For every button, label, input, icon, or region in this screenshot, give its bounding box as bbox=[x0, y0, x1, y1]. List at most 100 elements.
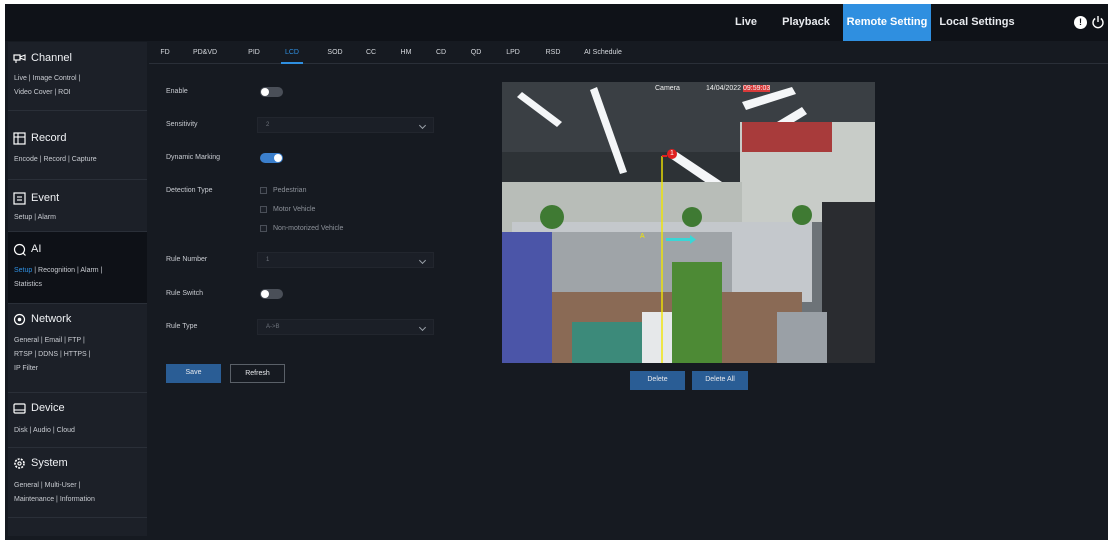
sidebar-link-capture[interactable]: Capture bbox=[72, 156, 97, 163]
sidebar-link-statistics[interactable]: Statistics bbox=[14, 281, 42, 288]
ai-icon bbox=[13, 243, 26, 256]
detection-option-motor-vehicle[interactable]: Motor Vehicle bbox=[260, 204, 315, 214]
power-icon[interactable] bbox=[1091, 15, 1105, 29]
sidebar-title-device: Device bbox=[31, 402, 65, 414]
sidebar-link-record[interactable]: Record bbox=[43, 156, 66, 163]
sidebar-links-system: General | Multi-User | Maintenance | Inf… bbox=[14, 479, 144, 507]
sidebar-link-separator: | bbox=[88, 351, 91, 358]
tab-ai-schedule[interactable]: AI Schedule bbox=[581, 42, 625, 64]
sidebar-link-live[interactable]: Live bbox=[14, 75, 27, 82]
sidebar-title-record: Record bbox=[31, 132, 67, 144]
sensitivity-label: Sensitivity bbox=[166, 121, 198, 128]
info-icon[interactable]: ! bbox=[1074, 16, 1087, 29]
sensitivity-select[interactable]: 2 bbox=[257, 117, 434, 133]
sidebar-link-maintenance[interactable]: Maintenance bbox=[14, 496, 54, 503]
refresh-button[interactable]: Refresh bbox=[230, 364, 285, 383]
sidebar-link-ddns[interactable]: DDNS bbox=[38, 351, 58, 358]
sidebar-title-network: Network bbox=[31, 313, 72, 325]
sidebar-link-separator: | bbox=[56, 496, 58, 503]
sidebar-link-ai-setup[interactable]: Setup bbox=[14, 267, 32, 274]
rule-marker-icon[interactable]: 1 bbox=[667, 149, 677, 159]
sidebar-link-separator: | bbox=[100, 267, 103, 274]
tab-cd[interactable]: CD bbox=[434, 42, 448, 64]
sidebar-link-ip-filter[interactable]: IP Filter bbox=[14, 365, 38, 372]
top-bar: Live Playback Remote Setting Local Setti… bbox=[5, 4, 1108, 41]
app-window: Live Playback Remote Setting Local Setti… bbox=[5, 4, 1108, 540]
rule-type-value: A->B bbox=[266, 324, 280, 330]
tab-pd-vd[interactable]: PD&VD bbox=[191, 42, 219, 64]
sidebar-link-rtsp[interactable]: RTSP bbox=[14, 351, 32, 358]
tab-hm[interactable]: HM bbox=[398, 42, 414, 64]
motor-vehicle-checkbox[interactable] bbox=[260, 205, 267, 213]
camera-preview[interactable]: Camera 14/04/2022 09:59:03 1 A bbox=[502, 82, 875, 363]
sidebar-link-multi-user[interactable]: Multi-User bbox=[45, 482, 77, 489]
sidebar-link-cloud[interactable]: Cloud bbox=[57, 427, 75, 434]
detection-option-pedestrian[interactable]: Pedestrian bbox=[260, 185, 306, 195]
sidebar-links-device: Disk | Audio | Cloud bbox=[14, 424, 144, 438]
sidebar-link-system-general[interactable]: General bbox=[14, 482, 39, 489]
sidebar-link-separator: | bbox=[34, 267, 37, 274]
sidebar-title-event: Event bbox=[31, 192, 60, 204]
nav-remote-setting[interactable]: Remote Setting bbox=[843, 4, 931, 41]
non-motorized-vehicle-checkbox[interactable] bbox=[260, 224, 267, 232]
sidebar-link-recognition[interactable]: Recognition bbox=[38, 267, 75, 274]
sidebar-header-ai[interactable]: AI bbox=[13, 241, 41, 257]
sidebar-link-setup[interactable]: Setup bbox=[14, 214, 32, 221]
tab-fd[interactable]: FD bbox=[157, 42, 173, 64]
save-button[interactable]: Save bbox=[166, 364, 221, 383]
sidebar-title-ai: AI bbox=[31, 243, 42, 255]
chevron-down-icon bbox=[418, 323, 427, 332]
sidebar-link-separator: | bbox=[39, 156, 42, 163]
sidebar-header-network[interactable]: Network bbox=[13, 311, 71, 327]
tab-rsd[interactable]: RSD bbox=[543, 42, 563, 64]
tab-sod[interactable]: SOD bbox=[325, 42, 345, 64]
sidebar-link-separator: | bbox=[78, 482, 81, 489]
rule-overlay[interactable] bbox=[502, 82, 875, 363]
sidebar-link-ftp[interactable]: FTP bbox=[68, 337, 81, 344]
detection-type-label: Detection Type bbox=[166, 187, 213, 194]
rule-switch-toggle[interactable] bbox=[260, 289, 283, 299]
rule-number-select[interactable]: 1 bbox=[257, 252, 434, 268]
sidebar-link-separator: | bbox=[52, 427, 55, 434]
sidebar-title-channel: Channel bbox=[31, 52, 72, 64]
sidebar-link-image-control[interactable]: Image Control bbox=[33, 75, 77, 82]
sidebar-title-system: System bbox=[31, 457, 68, 469]
sidebar-header-device[interactable]: Device bbox=[13, 400, 65, 416]
sidebar-link-alarm[interactable]: Alarm bbox=[38, 214, 56, 221]
sidebar-link-general[interactable]: General bbox=[14, 337, 39, 344]
sidebar-link-disk[interactable]: Disk bbox=[14, 427, 28, 434]
sidebar-link-encode[interactable]: Encode bbox=[14, 156, 38, 163]
rule-type-select[interactable]: A->B bbox=[257, 319, 434, 335]
sidebar-link-ai-alarm[interactable]: Alarm bbox=[80, 267, 98, 274]
sidebar-header-record[interactable]: Record bbox=[13, 130, 66, 146]
sidebar-header-channel[interactable]: Channel bbox=[13, 50, 72, 66]
sidebar-link-separator: | bbox=[59, 351, 62, 358]
tab-cc[interactable]: CC bbox=[364, 42, 378, 64]
delete-button[interactable]: Delete bbox=[630, 371, 685, 390]
sidebar-link-email[interactable]: Email bbox=[45, 337, 63, 344]
sidebar-link-information[interactable]: Information bbox=[60, 496, 95, 503]
pedestrian-checkbox[interactable] bbox=[260, 186, 267, 194]
enable-label: Enable bbox=[166, 88, 188, 95]
tab-lpd[interactable]: LPD bbox=[504, 42, 522, 64]
nav-playback[interactable]: Playback bbox=[775, 4, 837, 41]
sidebar-link-audio[interactable]: Audio bbox=[33, 427, 51, 434]
chevron-down-icon bbox=[418, 256, 427, 265]
nav-live[interactable]: Live bbox=[724, 4, 768, 41]
sidebar-links-event: Setup | Alarm bbox=[14, 211, 144, 225]
tab-qd[interactable]: QD bbox=[468, 42, 484, 64]
tab-lcd[interactable]: LCD bbox=[281, 42, 303, 64]
sidebar-link-video-cover[interactable]: Video Cover bbox=[14, 89, 52, 96]
sidebar-link-separator: | bbox=[28, 75, 31, 82]
delete-all-button[interactable]: Delete All bbox=[692, 371, 748, 390]
sidebar-header-event[interactable]: Event bbox=[13, 190, 59, 206]
sidebar-link-https[interactable]: HTTPS bbox=[64, 351, 87, 358]
enable-toggle[interactable] bbox=[260, 87, 283, 97]
nav-local-settings[interactable]: Local Settings bbox=[935, 4, 1019, 41]
dynamic-marking-toggle[interactable] bbox=[260, 153, 283, 163]
main-panel: FD PD&VD PID LCD SOD CC HM CD QD LPD RSD… bbox=[149, 42, 1108, 536]
sidebar-link-roi[interactable]: ROI bbox=[58, 89, 70, 96]
sidebar-header-system[interactable]: System bbox=[13, 455, 68, 471]
detection-option-non-motorized-vehicle[interactable]: Non-motorized Vehicle bbox=[260, 223, 343, 233]
tab-pid[interactable]: PID bbox=[245, 42, 263, 64]
